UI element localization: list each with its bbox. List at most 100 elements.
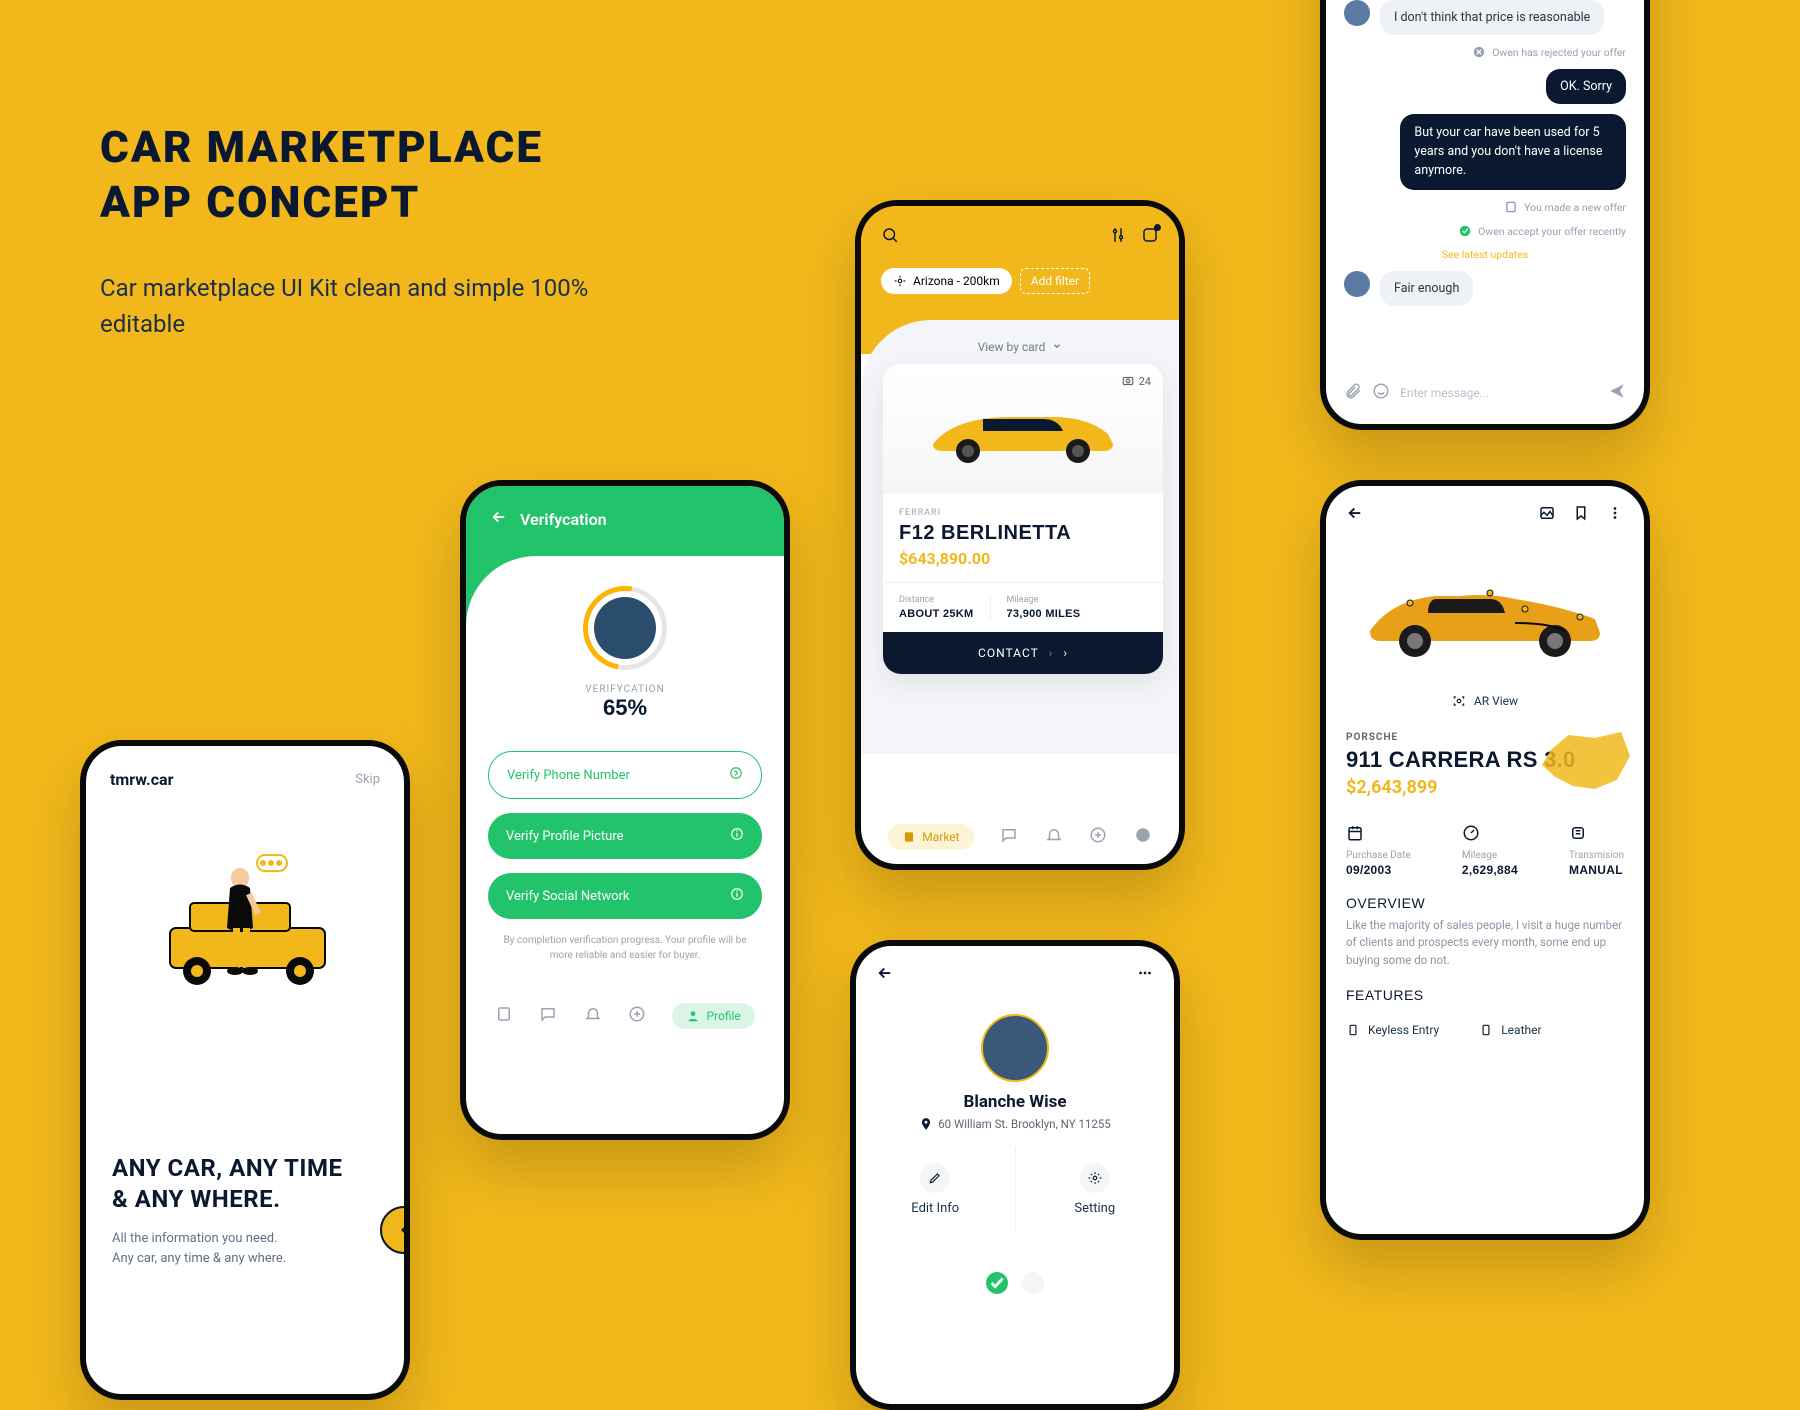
hero-title: CAR MARKETPLACE APP CONCEPT <box>100 120 620 230</box>
screen-onboarding: tmrw.car Skip ANY CAR, ANY TIME & ANY WH… <box>80 740 410 1400</box>
verification-note: By completion verification progress. You… <box>466 919 784 963</box>
verification-title: Verifycation <box>520 510 607 529</box>
tab-home-icon[interactable] <box>495 1005 513 1027</box>
verification-percent: 65% <box>466 695 784 721</box>
tab-chat-icon[interactable] <box>539 1005 557 1027</box>
verify-social-button[interactable]: Verify Social Network <box>488 873 762 919</box>
emoji-icon[interactable] <box>1372 382 1390 404</box>
overview-heading: OVERVIEW <box>1326 877 1644 917</box>
avatar <box>594 597 656 659</box>
bookmark-icon[interactable] <box>1572 504 1590 526</box>
profile-name: Blanche Wise <box>856 1092 1174 1112</box>
setting-button[interactable]: Setting <box>1015 1147 1175 1232</box>
chat-message-outgoing: OK. Sorry <box>1546 69 1626 104</box>
tab-bell-icon[interactable] <box>1045 826 1063 848</box>
more-icon[interactable] <box>1606 504 1624 526</box>
calendar-icon <box>1346 824 1364 842</box>
back-icon[interactable] <box>1346 504 1364 526</box>
feature-item: Keyless Entry <box>1346 1023 1439 1037</box>
gear-icon <box>1569 824 1587 842</box>
status-dot <box>1022 1272 1044 1294</box>
onboarding-illustration <box>86 813 404 1003</box>
question-icon <box>729 766 743 784</box>
tab-add-icon[interactable] <box>628 1005 646 1027</box>
verify-phone-button[interactable]: Verify Phone Number <box>488 751 762 799</box>
avatar <box>981 1014 1049 1082</box>
back-icon[interactable] <box>876 964 894 986</box>
screen-detail: AR View PORSCHE 911 CARRERA RS 3.0 $2,64… <box>1320 480 1650 1240</box>
info-icon <box>730 827 744 845</box>
add-filter-button[interactable]: Add filter <box>1020 268 1090 294</box>
features-heading: FEATURES <box>1326 969 1644 1009</box>
car-name: F12 BERLINETTA <box>899 522 1147 545</box>
avatar <box>1344 0 1370 26</box>
spec-label: Transmision <box>1569 850 1624 861</box>
chat-message-incoming: I don't think that price is reasonable <box>1380 0 1604 35</box>
gallery-icon[interactable] <box>1538 504 1556 526</box>
pencil-icon <box>928 1171 942 1185</box>
hero-subtitle: Car marketplace UI Kit clean and simple … <box>100 270 620 342</box>
spec-label: Mileage <box>1462 850 1518 861</box>
verify-picture-button[interactable]: Verify Profile Picture <box>488 813 762 859</box>
distance-label: Distance <box>899 595 974 605</box>
view-by-toggle[interactable]: View by card <box>861 340 1179 364</box>
tab-chat-icon[interactable] <box>1000 826 1018 848</box>
attachment-icon[interactable] <box>1344 382 1362 404</box>
gear-icon <box>1088 1171 1102 1185</box>
spec-value: 09/2003 <box>1346 863 1411 877</box>
tab-add-icon[interactable] <box>1089 826 1107 848</box>
avatar-progress-ring <box>567 570 684 687</box>
tab-profile[interactable]: Profile <box>672 1003 754 1029</box>
edit-info-button[interactable]: Edit Info <box>856 1147 1015 1232</box>
car-image <box>1326 536 1644 686</box>
mileage-value: 73,900 MILES <box>1007 608 1081 620</box>
skip-button[interactable]: Skip <box>355 772 380 787</box>
mileage-label: Mileage <box>1007 595 1081 605</box>
screen-chat: I don't think that price is reasonable O… <box>1320 0 1650 430</box>
overview-text: Like the majority of sales people, I vis… <box>1326 917 1644 969</box>
distance-value: ABOUT 25KM <box>899 608 974 620</box>
spec-value: MANUAL <box>1569 863 1624 877</box>
info-icon <box>730 887 744 905</box>
send-icon[interactable] <box>1608 382 1626 404</box>
system-message: You made a new offer <box>1504 200 1626 214</box>
spec-value: 2,629,884 <box>1462 863 1518 877</box>
status-dot <box>986 1272 1008 1294</box>
car-card[interactable]: 24 FERRARI F12 BERLINETTA $643,890.00 Di… <box>883 364 1163 674</box>
system-message: Owen has rejected your offer <box>1472 45 1626 59</box>
car-image <box>913 389 1133 469</box>
chat-message-incoming: Fair enough <box>1380 271 1473 306</box>
tab-market[interactable]: Market <box>888 824 973 850</box>
avatar <box>1344 271 1370 297</box>
chat-message-outgoing: But your car have been used for 5 years … <box>1400 114 1626 190</box>
message-input[interactable]: Enter message... <box>1400 386 1598 400</box>
contact-button[interactable]: CONTACT ›› <box>883 632 1163 674</box>
onboarding-sub: All the information you need. Any car, a… <box>112 1229 378 1268</box>
tab-bell-icon[interactable] <box>584 1005 602 1027</box>
profile-address: 60 William St. Brooklyn, NY 11255 <box>856 1117 1174 1131</box>
search-icon[interactable] <box>881 226 899 248</box>
image-count: 24 <box>1121 374 1151 388</box>
more-icon[interactable] <box>1136 964 1154 986</box>
gauge-icon <box>1462 824 1480 842</box>
notification-icon[interactable] <box>1141 226 1159 248</box>
verification-label: VERIFYCATION <box>466 684 784 695</box>
see-updates-link[interactable]: See latest updates <box>1442 248 1528 261</box>
brand-logo: tmrw.car <box>110 770 173 789</box>
screen-market: Arizona - 200km Add filter View by card … <box>855 200 1185 870</box>
car-price: $643,890.00 <box>899 549 1147 568</box>
filter-icon[interactable] <box>1109 226 1127 248</box>
feature-item: Leather <box>1479 1023 1541 1037</box>
hero-copy: CAR MARKETPLACE APP CONCEPT Car marketpl… <box>100 120 620 342</box>
location-chip[interactable]: Arizona - 200km <box>881 268 1012 294</box>
screen-profile: Blanche Wise 60 William St. Brooklyn, NY… <box>850 940 1180 1410</box>
status-dots <box>856 1232 1174 1294</box>
back-icon[interactable] <box>490 508 508 530</box>
car-brand: FERRARI <box>899 508 1147 518</box>
system-message: Owen accept your offer recently <box>1458 224 1626 238</box>
tab-profile-icon[interactable] <box>1134 826 1152 848</box>
spec-label: Purchase Date <box>1346 850 1411 861</box>
onboarding-headline: ANY CAR, ANY TIME & ANY WHERE. <box>112 1153 378 1215</box>
screen-verification: Verifycation VERIFYCATION 65% Verify Pho… <box>460 480 790 1140</box>
ar-view-button[interactable]: AR View <box>1326 686 1644 724</box>
